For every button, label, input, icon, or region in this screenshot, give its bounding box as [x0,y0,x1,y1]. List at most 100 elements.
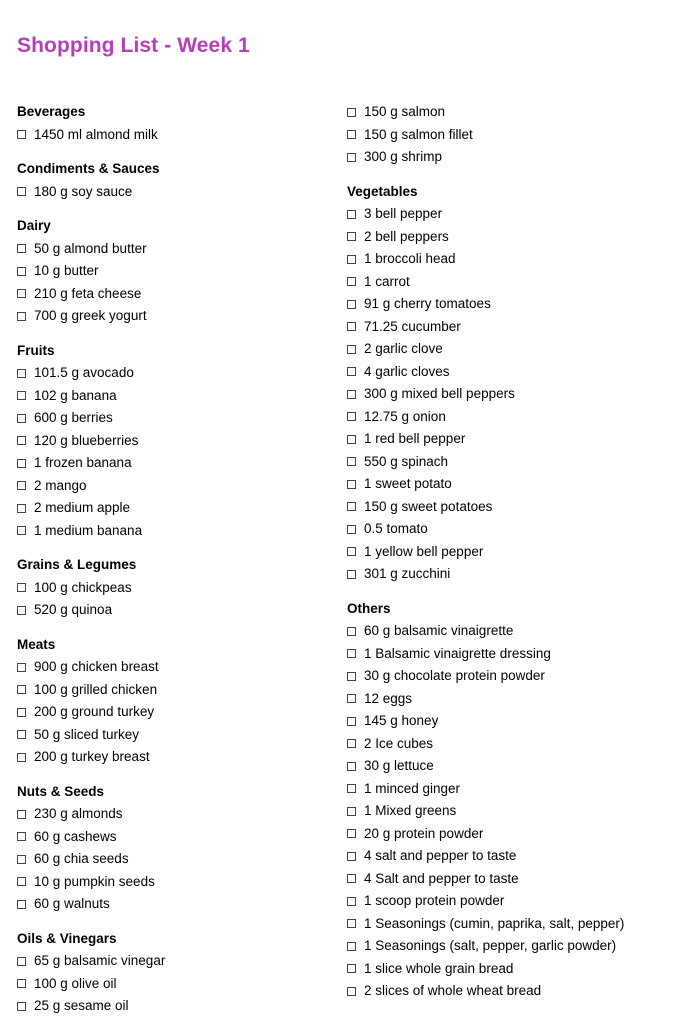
list-item[interactable]: 1450 ml almond milk [17,124,339,147]
unchecked-checkbox-icon[interactable] [347,299,356,309]
list-item[interactable]: 2 Ice cubes [347,733,678,756]
list-item[interactable]: 550 g spinach [347,451,678,474]
unchecked-checkbox-icon[interactable] [17,877,26,887]
unchecked-checkbox-icon[interactable] [347,457,356,467]
list-item[interactable]: 60 g walnuts [17,893,339,916]
unchecked-checkbox-icon[interactable] [347,874,356,884]
list-item[interactable]: 1 frozen banana [17,452,339,475]
list-item[interactable]: 120 g blueberries [17,430,339,453]
unchecked-checkbox-icon[interactable] [347,209,356,219]
list-item[interactable]: 150 g sweet potatoes [347,496,678,519]
unchecked-checkbox-icon[interactable] [347,232,356,242]
list-item[interactable]: 100 g olive oil [17,973,339,996]
unchecked-checkbox-icon[interactable] [347,896,356,906]
list-item[interactable]: 2 slices of whole wheat bread [347,980,678,1003]
unchecked-checkbox-icon[interactable] [347,502,356,512]
list-item[interactable]: 1 medium banana [17,520,339,543]
unchecked-checkbox-icon[interactable] [17,730,26,740]
unchecked-checkbox-icon[interactable] [17,1001,26,1011]
list-item[interactable]: 200 g turkey breast [17,746,339,769]
unchecked-checkbox-icon[interactable] [17,854,26,864]
unchecked-checkbox-icon[interactable] [347,107,356,117]
list-item[interactable]: 2 bell peppers [347,226,678,249]
unchecked-checkbox-icon[interactable] [347,479,356,489]
list-item[interactable]: 4 garlic cloves [347,361,678,384]
unchecked-checkbox-icon[interactable] [17,311,26,321]
list-item[interactable]: 1 red bell pepper [347,428,678,451]
unchecked-checkbox-icon[interactable] [347,152,356,162]
unchecked-checkbox-icon[interactable] [17,583,26,593]
unchecked-checkbox-icon[interactable] [347,986,356,996]
unchecked-checkbox-icon[interactable] [17,391,26,401]
list-item[interactable]: 65 g balsamic vinegar [17,950,339,973]
unchecked-checkbox-icon[interactable] [347,344,356,354]
unchecked-checkbox-icon[interactable] [17,244,26,254]
list-item[interactable]: 1 Seasonings (salt, pepper, garlic powde… [347,935,678,958]
unchecked-checkbox-icon[interactable] [17,266,26,276]
unchecked-checkbox-icon[interactable] [17,458,26,468]
unchecked-checkbox-icon[interactable] [17,832,26,842]
list-item[interactable]: 12 eggs [347,688,678,711]
unchecked-checkbox-icon[interactable] [347,569,356,579]
unchecked-checkbox-icon[interactable] [17,605,26,615]
list-item[interactable]: 1 minced ginger [347,778,678,801]
list-item[interactable]: 900 g chicken breast [17,656,339,679]
list-item[interactable]: 2 garlic clove [347,338,678,361]
list-item[interactable]: 10 g pumpkin seeds [17,871,339,894]
list-item[interactable]: 600 g berries [17,407,339,430]
list-item[interactable]: 300 g mixed bell peppers [347,383,678,406]
unchecked-checkbox-icon[interactable] [17,130,26,140]
list-item[interactable]: 1 slice whole grain bread [347,958,678,981]
list-item[interactable]: 200 g ground turkey [17,701,339,724]
list-item[interactable]: 20 g protein powder [347,823,678,846]
list-item[interactable]: 50 g sliced turkey [17,724,339,747]
list-item[interactable]: 1 carrot [347,271,678,294]
unchecked-checkbox-icon[interactable] [347,739,356,749]
list-item[interactable]: 150 g salmon [347,101,678,124]
unchecked-checkbox-icon[interactable] [17,956,26,966]
list-item[interactable]: 180 g soy sauce [17,181,339,204]
unchecked-checkbox-icon[interactable] [347,254,356,264]
unchecked-checkbox-icon[interactable] [347,434,356,444]
unchecked-checkbox-icon[interactable] [347,829,356,839]
unchecked-checkbox-icon[interactable] [17,526,26,536]
unchecked-checkbox-icon[interactable] [17,436,26,446]
unchecked-checkbox-icon[interactable] [17,707,26,717]
unchecked-checkbox-icon[interactable] [347,761,356,771]
list-item[interactable]: 91 g cherry tomatoes [347,293,678,316]
unchecked-checkbox-icon[interactable] [347,671,356,681]
unchecked-checkbox-icon[interactable] [347,547,356,557]
unchecked-checkbox-icon[interactable] [347,277,356,287]
list-item[interactable]: 71.25 cucumber [347,316,678,339]
list-item[interactable]: 1 scoop protein powder [347,890,678,913]
unchecked-checkbox-icon[interactable] [347,806,356,816]
list-item[interactable]: 4 salt and pepper to taste [347,845,678,868]
list-item[interactable]: 2 medium apple [17,497,339,520]
unchecked-checkbox-icon[interactable] [17,899,26,909]
list-item[interactable]: 1 sweet potato [347,473,678,496]
unchecked-checkbox-icon[interactable] [347,784,356,794]
list-item[interactable]: 10 g butter [17,260,339,283]
list-item[interactable]: 25 g sesame oil [17,995,339,1018]
list-item[interactable]: 12.75 g onion [347,406,678,429]
unchecked-checkbox-icon[interactable] [17,662,26,672]
list-item[interactable]: 1 Mixed greens [347,800,678,823]
unchecked-checkbox-icon[interactable] [347,694,356,704]
unchecked-checkbox-icon[interactable] [347,367,356,377]
list-item[interactable]: 100 g chickpeas [17,577,339,600]
list-item[interactable]: 60 g cashews [17,826,339,849]
unchecked-checkbox-icon[interactable] [17,368,26,378]
list-item[interactable]: 3 bell pepper [347,203,678,226]
unchecked-checkbox-icon[interactable] [347,649,356,659]
list-item[interactable]: 1 Balsamic vinaigrette dressing [347,643,678,666]
list-item[interactable]: 520 g quinoa [17,599,339,622]
unchecked-checkbox-icon[interactable] [347,524,356,534]
unchecked-checkbox-icon[interactable] [17,809,26,819]
list-item[interactable]: 50 g almond butter [17,238,339,261]
list-item[interactable]: 30 g lettuce [347,755,678,778]
list-item[interactable]: 102 g banana [17,385,339,408]
unchecked-checkbox-icon[interactable] [347,851,356,861]
unchecked-checkbox-icon[interactable] [17,503,26,513]
unchecked-checkbox-icon[interactable] [17,685,26,695]
list-item[interactable]: 700 g greek yogurt [17,305,339,328]
